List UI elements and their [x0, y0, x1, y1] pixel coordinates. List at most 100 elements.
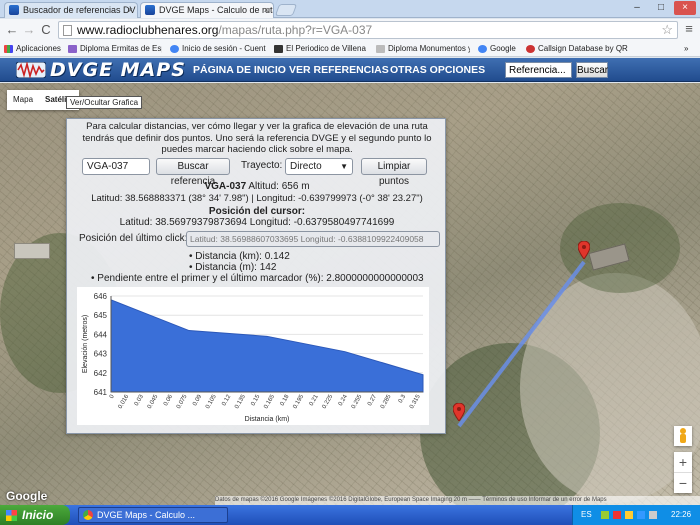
taskbar-window-button[interactable]: DVGE Maps - Calculo ... — [78, 507, 228, 523]
street-view-pegman-icon[interactable] — [674, 426, 692, 446]
bookmark-diploma-ermitas[interactable]: Diploma Ermitas de Espa — [68, 41, 162, 57]
tray-icon[interactable] — [601, 511, 609, 519]
x-tick-label: 0.3 — [398, 393, 408, 404]
search-button[interactable]: Buscar — [576, 62, 608, 78]
nav-otras-opciones[interactable]: OTRAS OPCIONES — [390, 58, 485, 82]
clock: 22:26 — [671, 510, 692, 519]
bookmark-periodico[interactable]: El Periodico de Villena — [274, 41, 366, 57]
new-tab-button[interactable] — [274, 4, 298, 16]
radio-wave-icon — [16, 62, 46, 78]
close-window-button[interactable]: × — [674, 1, 696, 15]
x-tick-label: 0.105 — [205, 393, 218, 410]
reload-icon[interactable]: C — [38, 22, 54, 38]
google-logo: Google — [6, 489, 48, 503]
y-tick-label: 642 — [94, 369, 108, 378]
y-tick-label: 645 — [94, 311, 108, 320]
toggle-chart-tooltip[interactable]: Ver/Ocultar Grafica — [66, 96, 143, 109]
reference-altitude: Altitud: 656 m — [248, 181, 310, 192]
nav-inicio[interactable]: PÁGINA DE INICIO — [193, 58, 286, 82]
x-tick-label: 0.24 — [338, 393, 349, 407]
url-path: /mapas/ruta.php?r=VGA-037 — [218, 23, 373, 37]
site-header: DVGE MAPS PÁGINA DE INICIO VER REFERENCI… — [0, 58, 700, 82]
browser-tab-strip: Buscador de referencias DV × DVGE Maps -… — [0, 0, 700, 18]
map-marker-icon[interactable] — [578, 241, 590, 259]
x-tick-label: 0.225 — [322, 393, 335, 410]
tray-icon[interactable] — [637, 511, 645, 519]
route-info-panel: Para calcular distancias, ver cómo llega… — [66, 118, 446, 434]
x-tick-label: 0.18 — [280, 393, 291, 407]
close-tab-icon[interactable]: × — [128, 3, 133, 17]
reference-search-input[interactable] — [505, 62, 572, 78]
distance-km: • Distancia (km): 0.142 — [189, 251, 290, 262]
radio-favicon-icon — [9, 5, 19, 15]
reference-code: VGA-037 — [204, 181, 247, 192]
tab-title: Buscador de referencias DV — [23, 5, 136, 15]
map-marker-icon[interactable] — [453, 403, 465, 421]
site-logo[interactable]: DVGE MAPS — [16, 59, 186, 81]
x-tick-label: 0.135 — [234, 393, 247, 410]
x-tick-label: 0.27 — [367, 393, 378, 407]
bookmark-favicon-icon — [526, 45, 535, 53]
nav-ver-referencias[interactable]: VER REFERENCIAS — [289, 58, 389, 82]
reference-coords: Latitud: 38.568883371 (38° 34' 7.98") | … — [91, 193, 423, 204]
tab-title: DVGE Maps - Calculo de ruta — [159, 5, 274, 15]
tab-dvge-maps[interactable]: DVGE Maps - Calculo de ruta × — [140, 2, 274, 18]
dropdown-caret-icon: ▼ — [340, 162, 348, 171]
y-tick-label: 644 — [94, 330, 108, 339]
x-tick-label: 0.315 — [409, 393, 422, 410]
page-icon — [376, 45, 385, 53]
tab-buscador[interactable]: Buscador de referencias DV × — [4, 2, 138, 18]
browser-menu-icon[interactable]: ≡ — [682, 22, 696, 38]
x-tick-label: 0.016 — [118, 393, 131, 410]
bookmark-diploma-monumentos[interactable]: Diploma Monumentos y V — [376, 41, 470, 57]
y-axis-title: Elevación (metros) — [82, 315, 89, 373]
back-arrow-icon[interactable]: ← — [4, 22, 20, 38]
cursor-title: Posición del cursor: — [208, 206, 306, 217]
minimize-button[interactable]: – — [626, 1, 648, 15]
map-type-mapa-button[interactable]: Mapa — [7, 90, 39, 110]
last-click-field[interactable]: Latitud: 38.56988607033695 Longitud: -0.… — [186, 231, 440, 247]
apps-grid-icon — [4, 45, 13, 53]
elevation-chart[interactable]: 641 642 643 644 645 646 0 0.016 0.03 0.045 0.06 0.0… — [77, 287, 429, 425]
bookmark-callsign-db[interactable]: Callsign Database by QR — [526, 41, 676, 57]
volume-icon[interactable] — [649, 511, 657, 519]
x-tick-label: 0.255 — [351, 393, 364, 410]
bookmarks-overflow-icon[interactable]: » — [684, 41, 698, 57]
x-tick-label: 0.285 — [380, 393, 393, 410]
chrome-icon — [83, 510, 93, 520]
bookmark-star-icon[interactable]: ☆ — [661, 22, 673, 38]
close-tab-icon[interactable]: × — [264, 3, 269, 17]
bookmark-favicon-icon — [274, 45, 283, 53]
y-tick-label: 646 — [94, 292, 108, 301]
maximize-button[interactable]: □ — [650, 1, 672, 15]
tray-icon[interactable] — [625, 511, 633, 519]
url-host: www.radioclubhenares.org — [77, 23, 219, 37]
zoom-in-button[interactable]: + — [674, 452, 692, 472]
x-tick-label: 0.075 — [176, 393, 189, 410]
trayecto-select[interactable]: Directo ▼ — [285, 158, 353, 175]
page-icon — [63, 25, 72, 36]
zoom-out-button[interactable]: − — [674, 472, 692, 493]
elevation-chart-svg: 6416426436446456460 0.016 0.03 0.045 0.06 0.0… — [82, 292, 424, 423]
address-bar[interactable]: www.radioclubhenares.org/mapas/ruta.php?… — [58, 21, 678, 39]
bookmark-apps[interactable]: Aplicaciones — [4, 41, 62, 57]
language-indicator[interactable]: ES — [581, 505, 592, 525]
bookmark-inicio-sesion[interactable]: Inicio de sesión - Cuenta — [170, 41, 266, 57]
tray-icon[interactable] — [613, 511, 621, 519]
windows-logo-icon — [6, 510, 17, 521]
reference-code-input[interactable]: VGA-037 — [82, 158, 150, 175]
bookmark-google[interactable]: Google — [478, 41, 524, 57]
bookmarks-bar: Aplicaciones Diploma Ermitas de Espa Ini… — [0, 41, 700, 57]
zoom-control: + − — [674, 452, 692, 493]
clear-points-button[interactable]: Limpiar puntos — [361, 158, 427, 187]
google-favicon-icon — [478, 45, 487, 53]
search-reference-button[interactable]: Buscar referencia — [156, 158, 230, 187]
elevation-area — [110, 299, 424, 393]
x-tick-label: 0.03 — [134, 393, 145, 407]
forward-arrow-icon[interactable]: → — [21, 22, 37, 38]
x-tick-label: 0.06 — [163, 393, 174, 407]
y-tick-label: 643 — [94, 350, 108, 359]
map-attribution: Datos de mapas ©2016 Google Imágenes ©20… — [215, 496, 700, 505]
bookmark-favicon-icon — [68, 45, 77, 53]
start-button[interactable]: Inicio — [0, 505, 70, 525]
